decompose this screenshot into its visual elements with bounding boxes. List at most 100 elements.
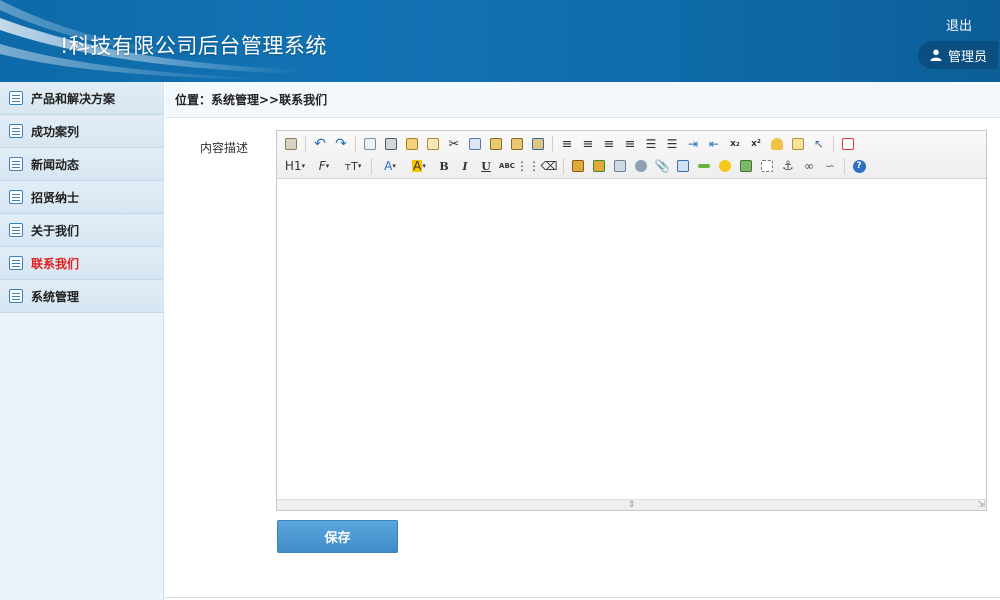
insert-image-icon[interactable] [568, 156, 588, 176]
pointer-icon[interactable]: ↖ [809, 134, 829, 154]
font-size-dropdown[interactable]: ᴛ T ▾ [339, 156, 367, 176]
sidebar-item-label: 产品和解决方案 [31, 91, 116, 106]
font-family-dropdown[interactable]: F ▾ [310, 156, 338, 176]
cut-icon[interactable]: ✂ [444, 134, 464, 154]
sidebar-item-careers[interactable]: 招贤纳士 [0, 181, 163, 214]
paste-plain-icon[interactable] [507, 134, 527, 154]
breadcrumb-text: 位置：系统管理>>联系我们 [175, 93, 328, 107]
editor-resize-bar[interactable]: ⇕ ⇲ [277, 499, 986, 510]
strikethrough-label: ABC [499, 161, 515, 170]
paste-word-icon[interactable] [528, 134, 548, 154]
background-color-dropdown[interactable]: A ▾ [405, 156, 433, 176]
save-button[interactable]: 保存 [277, 520, 398, 553]
insert-table-icon[interactable] [673, 156, 693, 176]
italic-label: I [462, 159, 468, 173]
insert-map-icon[interactable] [736, 156, 756, 176]
app-header: !科技有限公司后台管理系统 退出 管理员 [0, 0, 1000, 82]
horizontal-rule-icon[interactable] [694, 156, 714, 176]
indent-icon[interactable]: ⇥ [683, 134, 703, 154]
sidebar-item-label: 招贤纳士 [31, 190, 80, 205]
clear-format-icon[interactable] [767, 134, 787, 154]
sidebar: 产品和解决方案 成功案列 新闻动态 招贤纳士 关于我们 联系我们 系统管理 [0, 82, 164, 600]
editor-content-area[interactable] [277, 179, 986, 499]
font-color-label: A [384, 159, 393, 173]
justify-icon[interactable]: ≡ [620, 134, 640, 154]
ordered-list-icon[interactable]: ☰ [641, 134, 661, 154]
app-title: !科技有限公司后台管理系统 [60, 34, 327, 58]
underline-icon[interactable]: U [476, 156, 496, 176]
paste-icon[interactable] [486, 134, 506, 154]
outdent-icon[interactable]: ⇤ [704, 134, 724, 154]
sidebar-item-label: 新闻动态 [31, 157, 80, 172]
align-left-icon[interactable]: ≡ [557, 134, 577, 154]
emoticon-icon[interactable] [715, 156, 735, 176]
fullscreen-icon[interactable] [838, 134, 858, 154]
sidebar-item-products[interactable]: 产品和解决方案 [0, 82, 163, 115]
copy-icon[interactable] [465, 134, 485, 154]
bold-label: B [439, 159, 449, 173]
insert-media-icon[interactable] [631, 156, 651, 176]
page-break-icon[interactable] [757, 156, 777, 176]
heading-label: H1 [284, 159, 302, 173]
insert-flash-icon[interactable] [610, 156, 630, 176]
font-color-dropdown[interactable]: A ▾ [376, 156, 404, 176]
sidebar-item-label: 关于我们 [31, 223, 80, 238]
align-right-icon[interactable]: ≡ [599, 134, 619, 154]
anchor-icon[interactable]: ⚓ [778, 156, 798, 176]
toolbar-separator [833, 136, 834, 152]
list-icon [9, 289, 23, 303]
editor-toolbar: ↶ ↷ ✂ ≡ ≡ ≡ ≡ ☰ ☰ ⇥ ⇤ x₂ x² ↖ H1 ▾ F ▾ ᴛ… [277, 131, 986, 179]
breadcrumb: 位置：系统管理>>联系我们 [165, 82, 1000, 118]
user-name: 管理员 [948, 49, 988, 65]
eraser-icon[interactable]: ⌫ [539, 156, 559, 176]
print-icon[interactable] [381, 134, 401, 154]
redo-icon[interactable]: ↷ [331, 134, 351, 154]
list-icon [9, 190, 23, 204]
toolbar-separator [355, 136, 356, 152]
list-icon [9, 223, 23, 237]
bold-icon[interactable]: B [434, 156, 454, 176]
list-icon [9, 157, 23, 171]
user-menu[interactable]: 管理员 [918, 41, 998, 69]
sidebar-item-label: 系统管理 [31, 289, 80, 304]
source-code-icon[interactable] [281, 134, 301, 154]
sidebar-item-system[interactable]: 系统管理 [0, 280, 163, 313]
rich-text-editor: ↶ ↷ ✂ ≡ ≡ ≡ ≡ ☰ ☰ ⇥ ⇤ x₂ x² ↖ H1 ▾ F ▾ ᴛ… [276, 130, 987, 511]
list-icon [9, 91, 23, 105]
resize-corner-icon[interactable]: ⇲ [977, 500, 985, 510]
line-height-icon[interactable]: ⋮⋮ [516, 156, 540, 176]
content-bottom-divider [165, 597, 1000, 598]
content-description-label: 内容描述 [200, 141, 249, 155]
toolbar-separator [844, 158, 845, 174]
preview-icon[interactable] [360, 134, 380, 154]
template-icon[interactable] [402, 134, 422, 154]
list-icon [9, 256, 23, 270]
select-all-icon[interactable] [788, 134, 808, 154]
logout-link[interactable]: 退出 [946, 15, 972, 34]
italic-icon[interactable]: I [455, 156, 475, 176]
align-center-icon[interactable]: ≡ [578, 134, 598, 154]
heading-dropdown[interactable]: H1 ▾ [281, 156, 309, 176]
sidebar-item-about[interactable]: 关于我们 [0, 214, 163, 247]
sidebar-item-contact[interactable]: 联系我们 [0, 247, 163, 280]
list-icon [9, 124, 23, 138]
link-icon[interactable]: ∞ [799, 156, 819, 176]
attachment-icon[interactable]: 📎 [652, 156, 672, 176]
unordered-list-icon[interactable]: ☰ [662, 134, 682, 154]
subscript-icon[interactable]: x₂ [725, 134, 745, 154]
insert-multi-image-icon[interactable] [589, 156, 609, 176]
superscript-icon[interactable]: x² [746, 134, 766, 154]
unlink-icon[interactable]: ∽ [820, 156, 840, 176]
toolbar-separator [371, 158, 372, 174]
sidebar-item-label: 联系我们 [31, 256, 80, 271]
code-icon[interactable] [423, 134, 443, 154]
sidebar-item-label: 成功案列 [31, 124, 80, 139]
help-icon[interactable]: ? [849, 156, 869, 176]
font-size-label: T [351, 159, 358, 173]
undo-icon[interactable]: ↶ [310, 134, 330, 154]
sidebar-item-news[interactable]: 新闻动态 [0, 148, 163, 181]
toolbar-separator [563, 158, 564, 174]
resize-handle-icon[interactable]: ⇕ [628, 500, 636, 510]
sidebar-item-cases[interactable]: 成功案列 [0, 115, 163, 148]
strikethrough-icon[interactable]: ABC [497, 156, 517, 176]
